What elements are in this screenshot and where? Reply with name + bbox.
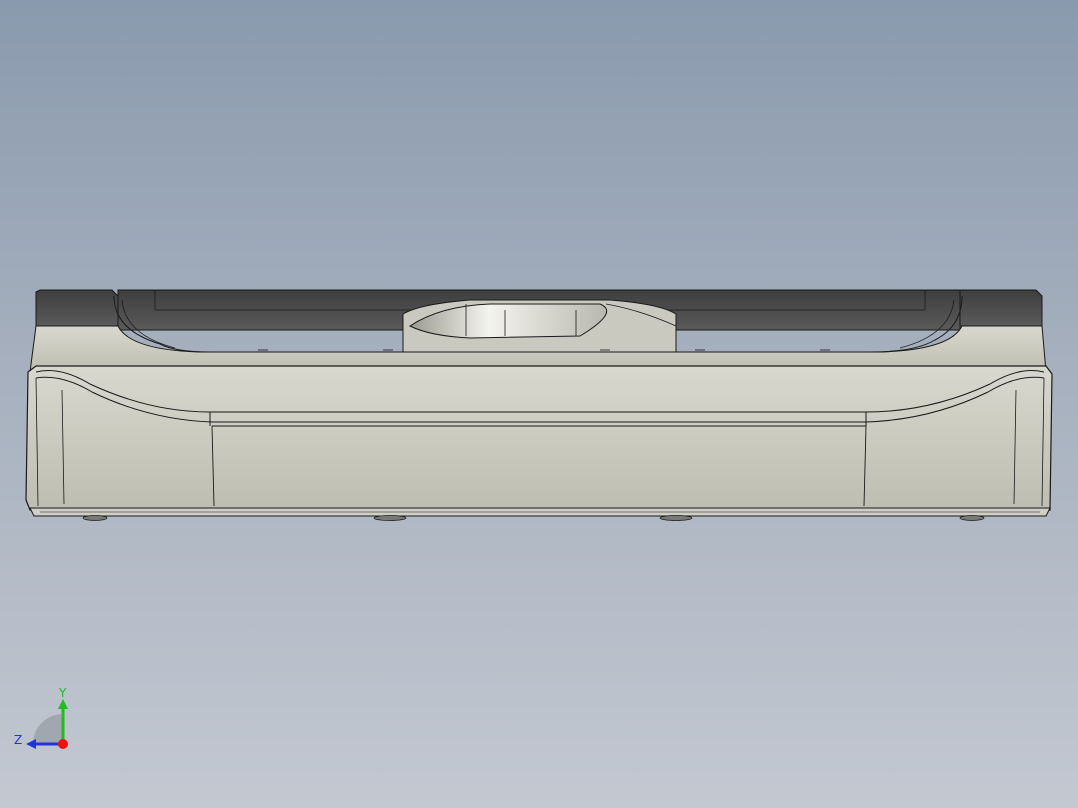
- base-plate: [29, 507, 1051, 517]
- part-model[interactable]: [0, 0, 1078, 808]
- view-orientation-triad-icon[interactable]: Y Z: [10, 685, 80, 755]
- y-axis-label: Y: [58, 686, 67, 700]
- z-arrow-icon: [26, 739, 36, 749]
- graphics-viewport[interactable]: Y Z: [0, 0, 1078, 808]
- y-arrow-icon: [58, 699, 68, 709]
- center-scoop: [402, 299, 677, 353]
- main-body: [25, 365, 1053, 511]
- origin-point-icon: [58, 739, 68, 749]
- z-axis-label: Z: [14, 733, 22, 747]
- triad-plane-icon: [33, 714, 63, 744]
